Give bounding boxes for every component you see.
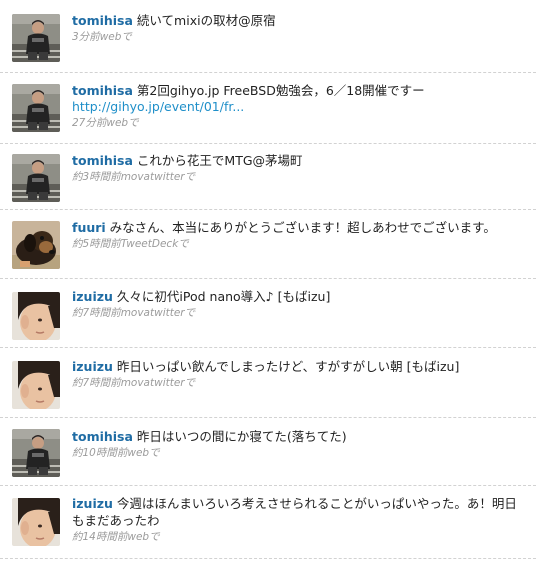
tweet-meta: 約3時間前movatwitterで (72, 169, 527, 185)
screen-name[interactable]: tomihisa (72, 83, 133, 98)
source-link[interactable]: web (100, 31, 122, 43)
tweet-item: izuizu 久々に初代iPod nano導入♪ [もばizu] 約7時間前mo… (0, 279, 536, 347)
tweet-item: tomihisa 昨日はいつの間にか寝てた(落ちてた) 約10時間前webで (0, 418, 536, 485)
timestamp-link[interactable]: 約7時間前 (72, 307, 121, 319)
timestamp-link[interactable]: 約7時間前 (72, 377, 121, 389)
screen-name[interactable]: tomihisa (72, 429, 133, 444)
meta-suffix: で (178, 238, 189, 250)
meta-suffix: で (128, 117, 139, 129)
tweet-body: 久々に初代iPod nano導入♪ [もばizu] (116, 289, 331, 304)
tweet-item: tomihisa これから花王でMTG@茅場町 約3時間前movatwitter… (0, 144, 536, 209)
tweet-text: izuizu 久々に初代iPod nano導入♪ [もばizu] (72, 288, 527, 305)
tweet-text: tomihisa 第2回gihyo.jp FreeBSD勉強会，6／18開催です… (72, 82, 527, 99)
timestamp-link[interactable]: 27分前 (72, 117, 106, 129)
timestamp-link[interactable]: 約5時間前 (72, 238, 121, 250)
timestamp-link[interactable]: 約10時間前 (72, 447, 127, 459)
tweet-text: tomihisa 昨日はいつの間にか寝てた(落ちてた) (72, 428, 527, 445)
tweet-meta: 約5時間前TweetDeckで (72, 236, 527, 252)
timestamp-link[interactable]: 3分前 (72, 31, 100, 43)
source-link[interactable]: movatwitter (121, 377, 185, 389)
izuizu-avatar[interactable] (12, 361, 60, 409)
tomihisa-avatar[interactable] (12, 84, 60, 132)
source-link[interactable]: movatwitter (121, 307, 185, 319)
meta-suffix: で (149, 447, 160, 459)
meta-suffix: で (121, 31, 132, 43)
tweet-meta: 約14時間前webで (72, 529, 527, 545)
tweet-meta: 約10時間前webで (72, 445, 527, 461)
tweet-body: 昨日いっぱい飲んでしまったけど、すがすがしい朝 [もばizu] (116, 359, 460, 374)
tweet-item: fuuri みなさん、本当にありがとうございます！超しあわせでございます。 約5… (0, 210, 536, 278)
tweet-text: izuizu 昨日いっぱい飲んでしまったけど、すがすがしい朝 [もばizu] (72, 358, 527, 375)
tweet-meta: 約7時間前movatwitterで (72, 305, 527, 321)
tweet-item: tomihisa 続いてmixiの取材@原宿 3分前webで (0, 0, 536, 72)
tweet-item: izuizu 今週はほんまいろいろ考えさせられることがいっぱいやった。あ！明日も… (0, 486, 536, 558)
tweet-url-link[interactable]: http://gihyo.jp/event/01/fr... (72, 99, 527, 115)
timestamp-link[interactable]: 約14時間前 (72, 531, 127, 543)
meta-suffix: で (149, 531, 160, 543)
tweet-body: 第2回gihyo.jp FreeBSD勉強会，6／18開催ですー (136, 83, 425, 98)
source-link[interactable]: web (106, 117, 128, 129)
tweet-text: izuizu 今週はほんまいろいろ考えさせられることがいっぱいやった。あ！明日も… (72, 495, 527, 529)
tweet-text: tomihisa これから花王でMTG@茅場町 (72, 152, 527, 169)
tweet-body: 続いてmixiの取材@原宿 (136, 13, 276, 28)
source-link[interactable]: web (127, 447, 149, 459)
tweet-meta: 3分前webで (72, 29, 527, 45)
tweet-item: tomihisa 第2回gihyo.jp FreeBSD勉強会，6／18開催です… (0, 73, 536, 143)
tomihisa-avatar[interactable] (12, 14, 60, 62)
screen-name[interactable]: fuuri (72, 220, 106, 235)
tweet-body: これから花王でMTG@茅場町 (136, 153, 303, 168)
tweet-item: izuizu 昨日いっぱい飲んでしまったけど、すがすがしい朝 [もばizu] 約… (0, 348, 536, 417)
timeline: tomihisa 続いてmixiの取材@原宿 3分前webで tomihisa … (0, 0, 536, 564)
screen-name[interactable]: tomihisa (72, 13, 133, 28)
tweet-meta: 約7時間前movatwitterで (72, 375, 527, 391)
izuizu-avatar[interactable] (12, 498, 60, 546)
tweet-body: 昨日はいつの間にか寝てた(落ちてた) (136, 429, 347, 444)
meta-suffix: で (184, 377, 196, 389)
screen-name[interactable]: izuizu (72, 496, 113, 511)
screen-name[interactable]: izuizu (72, 359, 113, 374)
source-link[interactable]: web (127, 531, 149, 543)
izuizu-avatar[interactable] (12, 292, 60, 340)
source-link[interactable]: TweetDeck (121, 238, 179, 250)
tweet-divider (0, 558, 536, 559)
tweet-text: tomihisa 続いてmixiの取材@原宿 (72, 12, 527, 29)
meta-suffix: で (184, 307, 196, 319)
tomihisa-avatar[interactable] (12, 429, 60, 477)
tweet-meta: 27分前webで (72, 115, 527, 131)
tweet-body: みなさん、本当にありがとうございます！超しあわせでございます。 (109, 220, 496, 235)
fuuri-avatar[interactable] (12, 221, 60, 269)
meta-suffix: で (184, 171, 196, 183)
timestamp-link[interactable]: 約3時間前 (72, 171, 121, 183)
tomihisa-avatar[interactable] (12, 154, 60, 202)
screen-name[interactable]: tomihisa (72, 153, 133, 168)
tweet-body: 今週はほんまいろいろ考えさせられることがいっぱいやった。あ！明日もまだあったわ (72, 496, 517, 528)
tweet-text: fuuri みなさん、本当にありがとうございます！超しあわせでございます。 (72, 219, 527, 236)
screen-name[interactable]: izuizu (72, 289, 113, 304)
source-link[interactable]: movatwitter (121, 171, 185, 183)
